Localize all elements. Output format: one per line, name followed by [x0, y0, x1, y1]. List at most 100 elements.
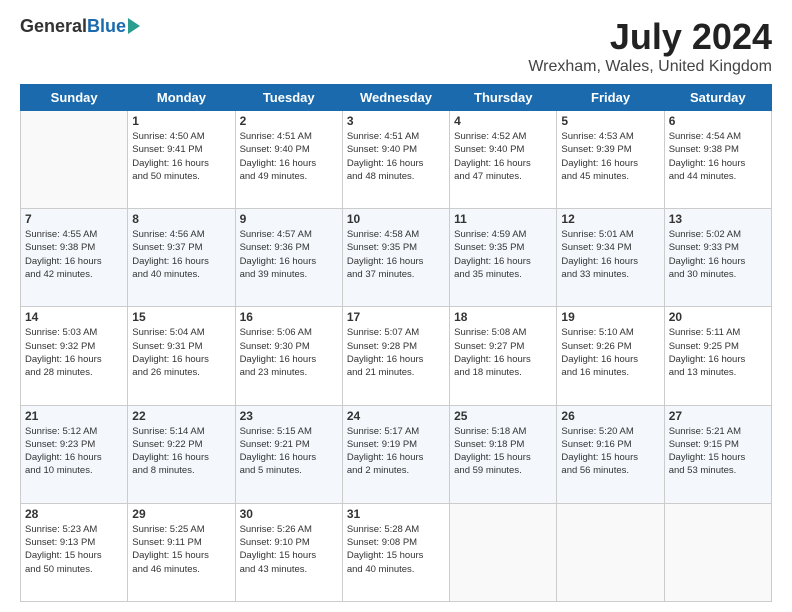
col-friday: Friday — [557, 85, 664, 111]
day-info: Sunrise: 4:58 AM Sunset: 9:35 PM Dayligh… — [347, 228, 445, 281]
table-row: 24 Sunrise: 5:17 AM Sunset: 9:19 PM Dayli… — [342, 405, 449, 503]
day-info: Sunrise: 4:55 AM Sunset: 9:38 PM Dayligh… — [25, 228, 123, 281]
day-number: 12 — [561, 212, 659, 226]
day-number: 27 — [669, 409, 767, 423]
day-number: 22 — [132, 409, 230, 423]
day-info: Sunrise: 4:52 AM Sunset: 9:40 PM Dayligh… — [454, 130, 552, 183]
day-info: Sunrise: 5:20 AM Sunset: 9:16 PM Dayligh… — [561, 425, 659, 478]
table-row: 15 Sunrise: 5:04 AM Sunset: 9:31 PM Dayli… — [128, 307, 235, 405]
table-row: 12 Sunrise: 5:01 AM Sunset: 9:34 PM Dayli… — [557, 209, 664, 307]
day-info: Sunrise: 5:11 AM Sunset: 9:25 PM Dayligh… — [669, 326, 767, 379]
table-row: 11 Sunrise: 4:59 AM Sunset: 9:35 PM Dayli… — [450, 209, 557, 307]
day-info: Sunrise: 5:23 AM Sunset: 9:13 PM Dayligh… — [25, 523, 123, 576]
subtitle: Wrexham, Wales, United Kingdom — [528, 58, 772, 76]
col-sunday: Sunday — [21, 85, 128, 111]
day-info: Sunrise: 4:53 AM Sunset: 9:39 PM Dayligh… — [561, 130, 659, 183]
table-row: 2Sunrise: 4:51 AM Sunset: 9:40 PM Daylig… — [235, 111, 342, 209]
col-thursday: Thursday — [450, 85, 557, 111]
day-info: Sunrise: 4:57 AM Sunset: 9:36 PM Dayligh… — [240, 228, 338, 281]
day-info: Sunrise: 5:15 AM Sunset: 9:21 PM Dayligh… — [240, 425, 338, 478]
day-number: 31 — [347, 507, 445, 521]
table-row: 22 Sunrise: 5:14 AM Sunset: 9:22 PM Dayli… — [128, 405, 235, 503]
col-tuesday: Tuesday — [235, 85, 342, 111]
day-number: 28 — [25, 507, 123, 521]
table-row: 7 Sunrise: 4:55 AM Sunset: 9:38 PM Daylig… — [21, 209, 128, 307]
col-wednesday: Wednesday — [342, 85, 449, 111]
day-info: Sunrise: 5:02 AM Sunset: 9:33 PM Dayligh… — [669, 228, 767, 281]
day-number: 5 — [561, 114, 659, 128]
table-row: 20 Sunrise: 5:11 AM Sunset: 9:25 PM Dayli… — [664, 307, 771, 405]
table-row: 3Sunrise: 4:51 AM Sunset: 9:40 PM Daylig… — [342, 111, 449, 209]
day-number: 8 — [132, 212, 230, 226]
day-number: 26 — [561, 409, 659, 423]
logo-blue: Blue — [87, 16, 126, 37]
day-info: Sunrise: 5:26 AM Sunset: 9:10 PM Dayligh… — [240, 523, 338, 576]
day-number: 14 — [25, 310, 123, 324]
day-info: Sunrise: 5:14 AM Sunset: 9:22 PM Dayligh… — [132, 425, 230, 478]
calendar: Sunday Monday Tuesday Wednesday Thursday… — [20, 84, 772, 602]
day-number: 30 — [240, 507, 338, 521]
day-number: 29 — [132, 507, 230, 521]
calendar-week-4: 21Sunrise: 5:12 AM Sunset: 9:23 PM Dayli… — [21, 405, 772, 503]
table-row: 16 Sunrise: 5:06 AM Sunset: 9:30 PM Dayli… — [235, 307, 342, 405]
table-row: 4 Sunrise: 4:52 AM Sunset: 9:40 PM Daylig… — [450, 111, 557, 209]
main-title: July 2024 — [528, 16, 772, 58]
day-number: 18 — [454, 310, 552, 324]
table-row: 6Sunrise: 4:54 AM Sunset: 9:38 PM Daylig… — [664, 111, 771, 209]
calendar-week-1: 1 Sunrise: 4:50 AM Sunset: 9:41 PM Daylig… — [21, 111, 772, 209]
day-number: 25 — [454, 409, 552, 423]
day-number: 4 — [454, 114, 552, 128]
page: General Blue July 2024 Wrexham, Wales, U… — [0, 0, 792, 612]
day-number: 20 — [669, 310, 767, 324]
table-row: 14 Sunrise: 5:03 AM Sunset: 9:32 PM Dayli… — [21, 307, 128, 405]
table-row: 23 Sunrise: 5:15 AM Sunset: 9:21 PM Dayli… — [235, 405, 342, 503]
day-number: 10 — [347, 212, 445, 226]
logo-text: General Blue — [20, 16, 140, 37]
day-number: 11 — [454, 212, 552, 226]
day-info: Sunrise: 5:07 AM Sunset: 9:28 PM Dayligh… — [347, 326, 445, 379]
day-info: Sunrise: 4:56 AM Sunset: 9:37 PM Dayligh… — [132, 228, 230, 281]
day-number: 9 — [240, 212, 338, 226]
day-info: Sunrise: 4:54 AM Sunset: 9:38 PM Dayligh… — [669, 130, 767, 183]
day-number: 17 — [347, 310, 445, 324]
day-info: Sunrise: 5:18 AM Sunset: 9:18 PM Dayligh… — [454, 425, 552, 478]
calendar-week-3: 14 Sunrise: 5:03 AM Sunset: 9:32 PM Dayli… — [21, 307, 772, 405]
table-row: 29 Sunrise: 5:25 AM Sunset: 9:11 PM Dayli… — [128, 503, 235, 601]
table-row: 10 Sunrise: 4:58 AM Sunset: 9:35 PM Dayli… — [342, 209, 449, 307]
day-info: Sunrise: 4:51 AM Sunset: 9:40 PM Dayligh… — [240, 130, 338, 183]
header: General Blue July 2024 Wrexham, Wales, U… — [20, 16, 772, 76]
table-row — [21, 111, 128, 209]
day-info: Sunrise: 4:59 AM Sunset: 9:35 PM Dayligh… — [454, 228, 552, 281]
day-info: Sunrise: 5:04 AM Sunset: 9:31 PM Dayligh… — [132, 326, 230, 379]
table-row: 25 Sunrise: 5:18 AM Sunset: 9:18 PM Dayli… — [450, 405, 557, 503]
day-info: Sunrise: 5:21 AM Sunset: 9:15 PM Dayligh… — [669, 425, 767, 478]
table-row: 9 Sunrise: 4:57 AM Sunset: 9:36 PM Daylig… — [235, 209, 342, 307]
day-number: 19 — [561, 310, 659, 324]
table-row: 5 Sunrise: 4:53 AM Sunset: 9:39 PM Daylig… — [557, 111, 664, 209]
table-row: 21Sunrise: 5:12 AM Sunset: 9:23 PM Dayli… — [21, 405, 128, 503]
day-info: Sunrise: 5:17 AM Sunset: 9:19 PM Dayligh… — [347, 425, 445, 478]
day-info: Sunrise: 5:28 AM Sunset: 9:08 PM Dayligh… — [347, 523, 445, 576]
table-row: 17 Sunrise: 5:07 AM Sunset: 9:28 PM Dayli… — [342, 307, 449, 405]
col-monday: Monday — [128, 85, 235, 111]
table-row: 19Sunrise: 5:10 AM Sunset: 9:26 PM Dayli… — [557, 307, 664, 405]
day-number: 15 — [132, 310, 230, 324]
table-row: 18Sunrise: 5:08 AM Sunset: 9:27 PM Dayli… — [450, 307, 557, 405]
day-info: Sunrise: 5:03 AM Sunset: 9:32 PM Dayligh… — [25, 326, 123, 379]
day-info: Sunrise: 5:25 AM Sunset: 9:11 PM Dayligh… — [132, 523, 230, 576]
day-number: 24 — [347, 409, 445, 423]
table-row: 27 Sunrise: 5:21 AM Sunset: 9:15 PM Dayli… — [664, 405, 771, 503]
day-info: Sunrise: 5:01 AM Sunset: 9:34 PM Dayligh… — [561, 228, 659, 281]
logo-arrow-icon — [128, 18, 140, 34]
logo: General Blue — [20, 16, 140, 37]
day-info: Sunrise: 4:51 AM Sunset: 9:40 PM Dayligh… — [347, 130, 445, 183]
table-row — [450, 503, 557, 601]
day-number: 23 — [240, 409, 338, 423]
day-number: 7 — [25, 212, 123, 226]
day-info: Sunrise: 5:06 AM Sunset: 9:30 PM Dayligh… — [240, 326, 338, 379]
day-number: 16 — [240, 310, 338, 324]
day-number: 1 — [132, 114, 230, 128]
logo-general: General — [20, 16, 87, 37]
table-row: 26 Sunrise: 5:20 AM Sunset: 9:16 PM Dayli… — [557, 405, 664, 503]
day-info: Sunrise: 4:50 AM Sunset: 9:41 PM Dayligh… — [132, 130, 230, 183]
